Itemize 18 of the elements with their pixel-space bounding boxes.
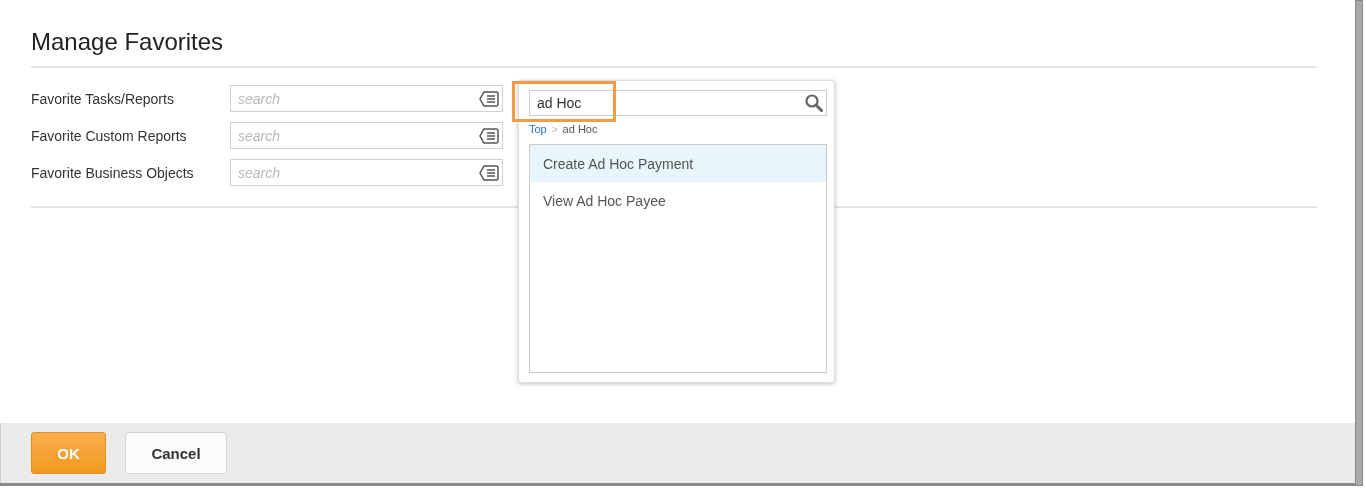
field-label: Favorite Custom Reports bbox=[31, 127, 188, 144]
list-icon[interactable] bbox=[479, 163, 499, 182]
search-field[interactable]: search bbox=[230, 122, 503, 149]
field-label: Favorite Business Objects bbox=[31, 164, 195, 181]
list-icon[interactable] bbox=[479, 126, 499, 145]
breadcrumb-current: ad Hoc bbox=[562, 123, 598, 135]
field-label: Favorite Tasks/Reports bbox=[31, 90, 175, 107]
scrollbar[interactable] bbox=[1355, 0, 1363, 486]
list-icon[interactable] bbox=[479, 89, 499, 108]
result-item[interactable]: Create Ad Hoc Payment bbox=[530, 145, 826, 182]
dialog-title: Manage Favorites bbox=[31, 28, 1317, 68]
breadcrumb-link[interactable]: Top bbox=[529, 123, 547, 135]
cancel-button[interactable]: Cancel bbox=[125, 432, 227, 474]
search-field[interactable]: search bbox=[230, 85, 503, 112]
search-field[interactable]: search bbox=[230, 159, 503, 186]
search-field[interactable]: ad Hoc bbox=[529, 90, 827, 116]
search-icon[interactable] bbox=[805, 94, 823, 112]
breadcrumb-separator: > bbox=[551, 123, 558, 135]
